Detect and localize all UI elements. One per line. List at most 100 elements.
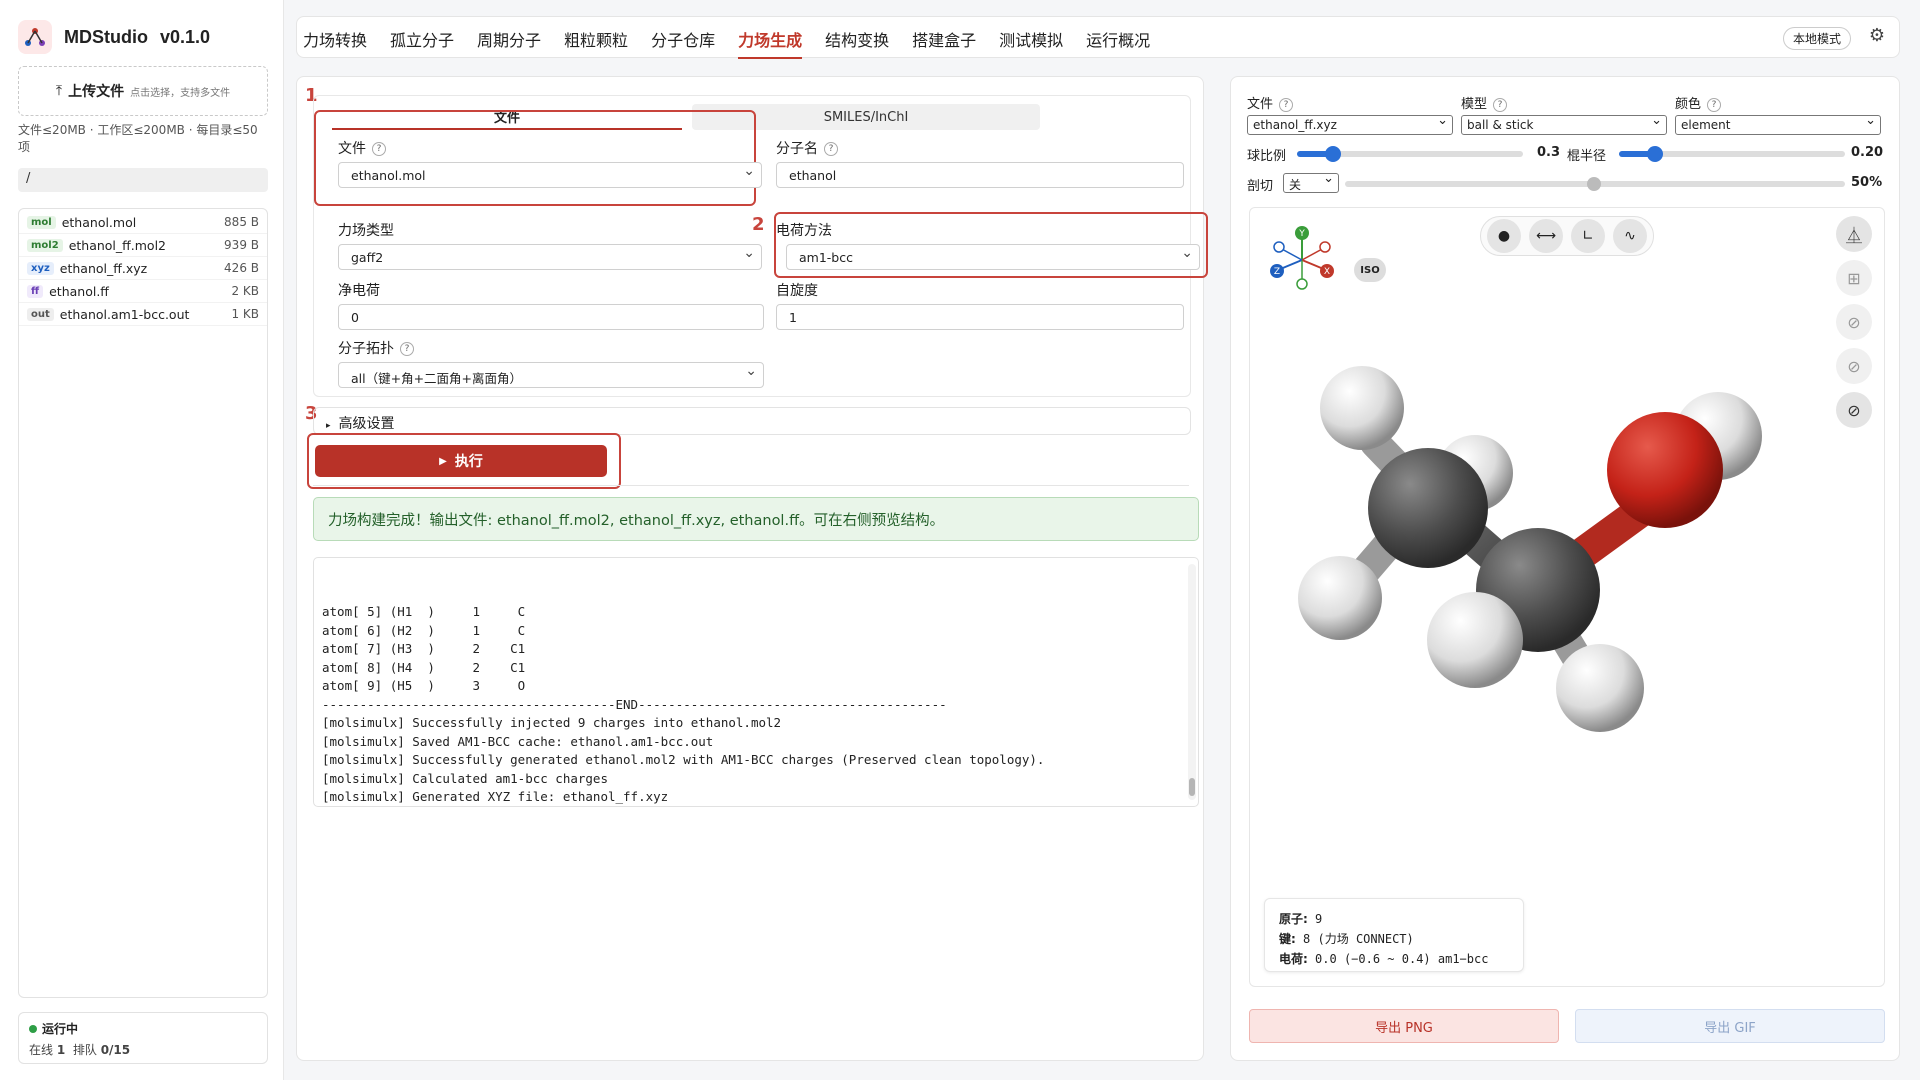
atom-hydrogen <box>1320 366 1404 450</box>
file-item[interactable]: mol2 ethanol_ff.mol2 939 B <box>19 234 267 257</box>
current-path[interactable]: / <box>18 168 268 192</box>
file-item[interactable]: xyz ethanol_ff.xyz 426 B <box>19 257 267 280</box>
tab-7[interactable]: 结构变换 <box>825 27 889 59</box>
log-line: [molsimulx] Successfully generated ethan… <box>322 752 1045 767</box>
bonds-label: 键: <box>1279 932 1296 946</box>
mode-badge[interactable]: 本地模式 <box>1782 27 1851 50</box>
file-type-badge: mol <box>27 215 56 229</box>
clip-handle[interactable] <box>1587 177 1601 191</box>
clip-label: 剖切 <box>1247 179 1274 194</box>
gear-icon[interactable]: ⚙ <box>1869 25 1885 46</box>
log-line: atom[ 8] (H4 ) 2 C1 <box>322 659 526 675</box>
triangle-right-icon: ▸ <box>326 421 331 431</box>
netcharge-input[interactable]: 0 <box>338 304 764 330</box>
file-label: 文件? <box>338 138 386 158</box>
export-gif-button[interactable]: 导出 GIF <box>1575 1009 1885 1043</box>
highlight-box-1 <box>314 110 756 206</box>
file-name: ethanol_ff.mol2 <box>68 237 166 253</box>
log-scrollbar[interactable] <box>1188 564 1196 800</box>
divider <box>313 485 1189 486</box>
molname-label-text: 分子名 <box>776 141 818 157</box>
viewer-file-label: 文件? <box>1247 93 1294 112</box>
clip-slider[interactable] <box>1345 177 1845 191</box>
atom-hydrogen <box>1427 592 1523 688</box>
file-name: ethanol_ff.xyz <box>59 260 148 276</box>
advanced-label: 高级设置 <box>338 416 395 432</box>
help-icon[interactable]: ? <box>824 142 838 156</box>
file-type-badge: xyz <box>27 261 54 275</box>
file-size: 426 B <box>224 261 259 275</box>
model-select[interactable]: ball & stick <box>1461 113 1667 135</box>
charge-method-select[interactable]: am1-bcc <box>786 244 1200 270</box>
log-scroll-thumb[interactable] <box>1189 778 1195 796</box>
status-dot-icon <box>29 1025 37 1033</box>
atom-oxygen <box>1607 412 1723 528</box>
file-item[interactable]: ff ethanol.ff 2 KB <box>19 280 267 303</box>
ball-scale-handle[interactable] <box>1325 146 1342 162</box>
queue-label: 排队 <box>72 1043 97 1057</box>
atoms-label: 原子: <box>1279 912 1308 926</box>
file-select[interactable]: ethanol.mol <box>338 162 762 188</box>
file-label-text: 文件 <box>338 141 366 157</box>
help-icon[interactable]: ? <box>1279 97 1294 112</box>
ball-scale-value: 0.3 <box>1537 145 1561 160</box>
viewer-file-select[interactable]: ethanol_ff.xyz <box>1247 113 1453 135</box>
topology-label: 分子拓扑? <box>338 338 414 358</box>
spin-input[interactable]: 1 <box>776 304 1184 330</box>
help-icon[interactable]: ? <box>1707 97 1722 112</box>
molname-input[interactable]: ethanol <box>776 162 1184 188</box>
sidebar: MDStudio v0.1.0 ⤒ 上传文件 点击选择，支持多文件 文件≤20M… <box>0 0 284 1080</box>
storage-limits: 文件≤20MB · 工作区≤200MB · 每目录≤50项 <box>18 123 258 154</box>
log-output[interactable]: atom[ 5] (H1 ) 1 C atom[ 6] (H2 ) 1 C atom… <box>313 557 1199 807</box>
run-button[interactable]: ▶ 执行 <box>315 445 607 477</box>
export-png-button[interactable]: 导出 PNG <box>1249 1009 1559 1043</box>
file-name: ethanol.ff <box>49 283 109 299</box>
file-item[interactable]: mol ethanol.mol 885 B <box>19 211 267 234</box>
atom-hydrogen <box>1556 644 1644 732</box>
tab-9[interactable]: 测试模拟 <box>999 27 1063 59</box>
queue-count: 0/15 <box>100 1043 131 1057</box>
log-line: [molsimulx] Calculated am1-bcc charges <box>322 770 608 786</box>
clip-value: 50% <box>1851 175 1883 190</box>
help-icon[interactable]: ? <box>372 142 386 156</box>
tab-2[interactable]: 孤立分子 <box>390 27 454 59</box>
color-select[interactable]: element <box>1675 113 1881 135</box>
clip-select[interactable]: 关 <box>1283 171 1339 193</box>
tab-6[interactable]: 力场生成 <box>738 27 803 59</box>
play-icon: ▶ <box>439 455 447 467</box>
molecule-canvas[interactable]: Y X Z ISO ● ⟷ ∟ ∿ ⏅ ⊞ ⊘ ⊘ ⊘ 原子: 9 键: 8 (… <box>1249 207 1885 987</box>
upload-button[interactable]: ⤒ 上传文件 点击选择，支持多文件 <box>18 66 268 116</box>
model-label-text: 模型 <box>1461 97 1488 112</box>
tab-3[interactable]: 周期分子 <box>477 27 541 59</box>
tab-5[interactable]: 分子仓库 <box>651 27 715 59</box>
tab-10[interactable]: 运行概况 <box>1086 27 1150 59</box>
file-size: 2 KB <box>231 284 259 298</box>
log-line: [molsimulx] Generated XYZ file: ethanol_… <box>322 789 669 804</box>
log-line: atom[ 6] (H2 ) 1 C <box>322 622 526 638</box>
help-icon[interactable]: ? <box>1493 97 1508 112</box>
advanced-settings-toggle[interactable]: ▸ 高级设置 <box>313 407 1191 435</box>
upload-label: 上传文件 <box>68 84 125 100</box>
file-list: mol ethanol.mol 885 B mol2 ethanol_ff.mol2 9… <box>18 208 268 998</box>
forcefield-panel: 1 文件 SMILES/InChI 文件? ethanol.mol 分子名? e… <box>296 76 1208 1061</box>
help-icon[interactable]: ? <box>400 342 414 356</box>
netcharge-label: 净电荷 <box>338 283 380 299</box>
stick-radius-value: 0.20 <box>1851 145 1884 160</box>
stick-radius-handle[interactable] <box>1647 146 1664 162</box>
run-label: 执行 <box>454 454 483 470</box>
tab-4[interactable]: 粗粒颗粒 <box>564 27 628 59</box>
ball-scale-slider[interactable] <box>1297 146 1523 162</box>
online-count: 1 <box>56 1043 66 1057</box>
model-label: 模型? <box>1461 93 1508 112</box>
topology-select[interactable]: all（键+角+二面角+离面角） <box>338 362 764 388</box>
upload-hint: 点击选择，支持多文件 <box>130 87 231 99</box>
tab-1[interactable]: 力场转换 <box>303 27 367 59</box>
brand: MDStudio v0.1.0 <box>18 20 210 54</box>
log-line: [molsimulx] Saved AM1-BCC cache: ethanol… <box>322 733 714 749</box>
fftype-select[interactable]: gaff2 <box>338 244 762 270</box>
stick-radius-slider[interactable] <box>1619 146 1845 162</box>
log-line: [molsimulx] Successfully injected 9 char… <box>322 715 782 730</box>
file-item[interactable]: out ethanol.am1-bcc.out 1 KB <box>19 303 267 326</box>
tab-8[interactable]: 搭建盒子 <box>912 27 976 59</box>
app-version: v0.1.0 <box>159 26 211 47</box>
